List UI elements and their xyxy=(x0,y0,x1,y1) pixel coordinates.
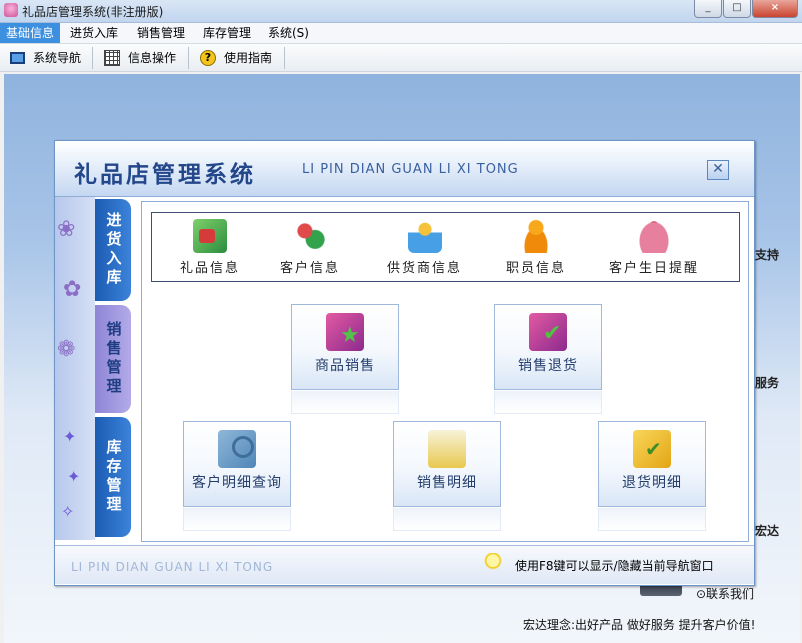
sales-return-button[interactable]: 销售退货 xyxy=(494,304,602,414)
side-label-support: 支持 xyxy=(755,248,780,262)
info-ops-label: 信息操作 xyxy=(128,51,177,65)
nav-decoration-strip: ❀ ✿ ❁ ✦ ✦ ✧ xyxy=(55,197,95,540)
goods-sale-button[interactable]: 商品销售 xyxy=(291,304,399,414)
tab-purchase-label: 进货入库 xyxy=(104,212,123,288)
help-icon: ? xyxy=(200,50,216,66)
side-label-hongda: 宏达 xyxy=(755,524,780,538)
module-gift-info[interactable]: 礼品信息 xyxy=(180,219,240,276)
toolbar-divider xyxy=(92,47,93,69)
flower-icon: ✿ xyxy=(63,277,82,302)
sales-detail-button[interactable]: 销售明细 xyxy=(393,421,501,531)
nav-header: 礼品店管理系统 LI PIN DIAN GUAN LI XI TONG ✕ xyxy=(55,141,754,197)
module-customer-info[interactable]: 客户信息 xyxy=(280,219,340,276)
flower-icon: ❁ xyxy=(57,337,76,362)
module-supplier-info-label: 供货商信息 xyxy=(387,261,463,276)
window-title: 礼品店管理系统(非注册版) xyxy=(22,5,164,19)
person-icon xyxy=(519,219,553,253)
toolbar-divider xyxy=(188,47,189,69)
sparkle-icon: ✦ xyxy=(67,467,81,486)
side-label-service: 服务 xyxy=(755,376,780,390)
return-bag-icon xyxy=(529,313,567,351)
title-bar: 礼品店管理系统(非注册版) _ □ × xyxy=(0,0,802,23)
lightbulb-icon xyxy=(484,553,502,575)
sales-return-label: 销售退货 xyxy=(518,358,578,374)
nav-close-button[interactable]: ✕ xyxy=(707,160,729,180)
sales-detail-label: 销售明细 xyxy=(417,475,477,491)
menu-bar: 基础信息 进货入库 销售管理 库存管理 系统(S) xyxy=(0,23,802,44)
customer-detail-query-button[interactable]: 客户明细查询 xyxy=(183,421,291,531)
footer-tip: 使用F8键可以显示/隐藏当前导航窗口 xyxy=(515,559,714,573)
module-gift-info-label: 礼品信息 xyxy=(180,261,241,276)
button-reflection xyxy=(494,391,602,414)
tab-sales[interactable]: 销售管理 xyxy=(95,305,131,413)
sale-bag-icon xyxy=(326,313,364,351)
info-ops-button[interactable]: 信息操作 xyxy=(104,47,176,69)
nav-title-pinyin: LI PIN DIAN GUAN LI XI TONG xyxy=(302,162,519,177)
module-supplier-info[interactable]: 供货商信息 xyxy=(387,219,462,276)
cake-icon xyxy=(637,219,671,253)
module-staff-info[interactable]: 职员信息 xyxy=(506,219,566,276)
return-detail-button[interactable]: 退货明细 xyxy=(598,421,706,531)
module-birthday-reminder[interactable]: 客户生日提醒 xyxy=(609,219,699,276)
module-birthday-reminder-label: 客户生日提醒 xyxy=(609,261,700,276)
button-reflection xyxy=(393,508,501,531)
tab-inventory-label: 库存管理 xyxy=(104,439,123,515)
user-guide-label: 使用指南 xyxy=(224,51,273,65)
sparkle-icon: ✧ xyxy=(61,502,75,521)
navigation-window: 礼品店管理系统 LI PIN DIAN GUAN LI XI TONG ✕ ❀ … xyxy=(54,140,755,586)
gift-icon xyxy=(193,219,227,253)
sparkle-icon: ✦ xyxy=(63,427,77,446)
button-reflection xyxy=(183,508,291,531)
menu-system[interactable]: 系统(S) xyxy=(262,23,315,43)
footer-pinyin: LI PIN DIAN GUAN LI XI TONG xyxy=(71,560,274,574)
goods-sale-label: 商品销售 xyxy=(315,358,375,374)
rainbow-icon xyxy=(407,219,442,253)
nav-footer: LI PIN DIAN GUAN LI XI TONG 使用F8键可以显示/隐藏… xyxy=(55,545,754,584)
receipt-icon xyxy=(428,430,466,468)
nav-title: 礼品店管理系统 xyxy=(74,161,256,188)
grid-icon xyxy=(104,50,120,66)
monitor-icon xyxy=(10,52,25,64)
module-bar: 礼品信息 客户信息 供货商信息 职员信息 客户生日提醒 xyxy=(151,212,740,282)
toolbar: 系统导航 信息操作 ? 使用指南 xyxy=(0,44,802,72)
customer-detail-query-label: 客户明细查询 xyxy=(192,475,282,491)
button-reflection xyxy=(598,508,706,531)
content-panel: 礼品信息 客户信息 供货商信息 职员信息 客户生日提醒 商品销售 xyxy=(141,201,749,542)
system-nav-label: 系统导航 xyxy=(33,51,82,65)
app-gift-icon xyxy=(4,3,18,17)
window-controls: _ □ × xyxy=(693,0,798,18)
magnifier-icon xyxy=(218,430,256,468)
menu-sales[interactable]: 销售管理 xyxy=(131,23,191,43)
maximize-button[interactable]: □ xyxy=(723,0,751,18)
butterfly-icon: ❀ xyxy=(57,217,76,242)
menu-purchase[interactable]: 进货入库 xyxy=(64,23,124,43)
menu-inventory[interactable]: 库存管理 xyxy=(197,23,257,43)
module-staff-info-label: 职员信息 xyxy=(506,261,567,276)
toolbar-divider xyxy=(284,47,285,69)
tab-inventory[interactable]: 库存管理 xyxy=(95,417,131,537)
tab-sales-label: 销售管理 xyxy=(104,321,123,397)
minimize-button[interactable]: _ xyxy=(694,0,722,18)
contact-us-link[interactable]: ⊙联系我们 xyxy=(696,585,754,602)
module-customer-info-label: 客户信息 xyxy=(280,261,341,276)
tab-purchase[interactable]: 进货入库 xyxy=(95,199,131,301)
menu-basic-info[interactable]: 基础信息 xyxy=(0,23,61,43)
system-nav-button[interactable]: 系统导航 xyxy=(10,47,81,69)
return-detail-label: 退货明细 xyxy=(622,475,682,491)
customers-icon xyxy=(293,219,327,253)
button-reflection xyxy=(291,391,399,414)
company-slogan: 宏达理念:出好产品 做好服务 提升客户价值! xyxy=(523,618,756,632)
clipboard-icon xyxy=(633,430,671,468)
user-guide-button[interactable]: ? 使用指南 xyxy=(200,47,272,69)
close-button[interactable]: × xyxy=(752,0,798,18)
